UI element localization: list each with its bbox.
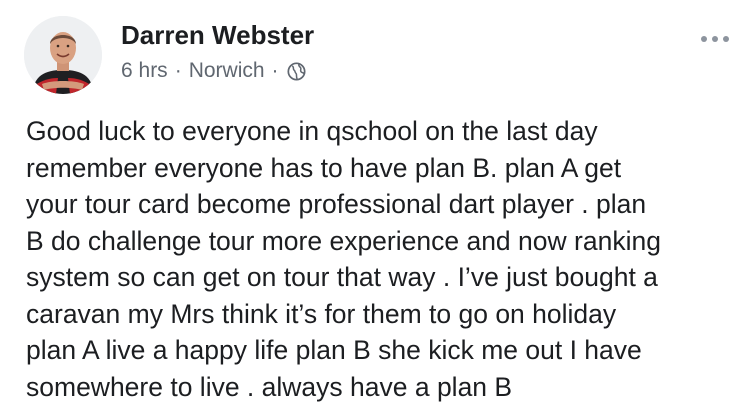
globe-icon[interactable] — [287, 62, 306, 81]
post-text-line: Good luck to everyone in qschool on the … — [26, 113, 738, 150]
post-text: Good luck to everyone in qschool on the … — [26, 113, 738, 405]
post-text-line: somewhere to live . always have a plan B — [26, 369, 738, 405]
profile-photo — [24, 16, 102, 94]
post-text-line: plan A live a happy life plan B she kick… — [26, 332, 738, 369]
post-text-line: caravan my Mrs think it’s for them to go… — [26, 296, 738, 333]
more-options-icon[interactable] — [701, 34, 729, 44]
facebook-post: Darren Webster 6 hrs · Norwich · Good lu… — [0, 0, 750, 404]
post-text-line: your tour card become professional dart … — [26, 186, 738, 223]
post-text-line: remember everyone has to have plan B. pl… — [26, 150, 738, 187]
meta-separator: · — [175, 59, 182, 83]
post-meta: 6 hrs · Norwich · — [121, 59, 306, 83]
dot-3 — [723, 36, 729, 42]
post-location[interactable]: Norwich — [189, 59, 265, 83]
dot-2 — [712, 36, 718, 42]
post-text-line: B do challenge tour more experience and … — [26, 223, 738, 260]
author-name[interactable]: Darren Webster — [121, 20, 314, 51]
meta-separator: · — [272, 59, 279, 83]
post-text-line: system so can get on tour that way . I’v… — [26, 259, 738, 296]
avatar[interactable] — [24, 16, 102, 94]
post-time[interactable]: 6 hrs — [121, 59, 168, 83]
dot-1 — [701, 36, 707, 42]
